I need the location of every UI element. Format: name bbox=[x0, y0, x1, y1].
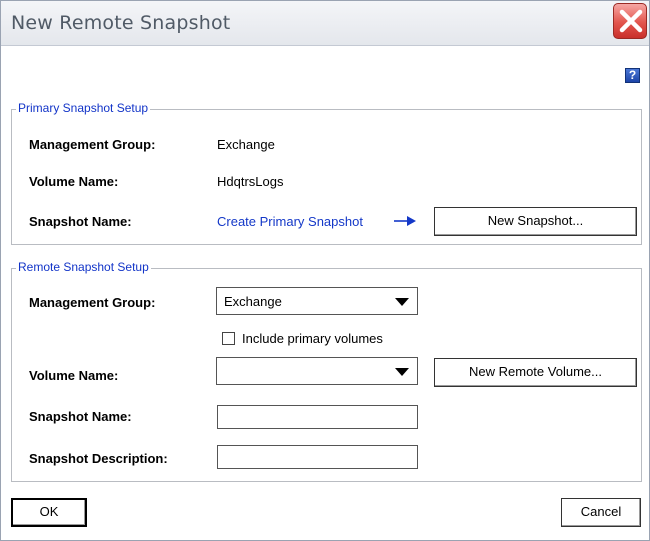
primary-mgmt-group-value: Exchange bbox=[217, 137, 275, 152]
remote-mgmt-group-selected: Exchange bbox=[224, 294, 282, 309]
close-button[interactable] bbox=[613, 3, 647, 39]
dropdown-arrow-icon bbox=[395, 298, 409, 306]
remote-mgmt-group-label: Management Group: bbox=[29, 295, 156, 310]
new-snapshot-button[interactable]: New Snapshot... bbox=[434, 207, 637, 236]
remote-snapshot-description-input[interactable] bbox=[217, 445, 418, 469]
include-primary-volumes-label[interactable]: Include primary volumes bbox=[242, 331, 383, 346]
primary-volume-label: Volume Name: bbox=[29, 174, 119, 189]
primary-snapshot-label: Snapshot Name: bbox=[29, 214, 132, 229]
dialog-title: New Remote Snapshot bbox=[11, 12, 231, 34]
primary-volume-value: HdqtrsLogs bbox=[217, 174, 284, 189]
ok-button[interactable]: OK bbox=[11, 498, 87, 527]
cancel-button[interactable]: Cancel bbox=[561, 498, 641, 527]
help-button[interactable]: ? bbox=[625, 68, 640, 83]
new-remote-volume-button[interactable]: New Remote Volume... bbox=[434, 358, 637, 387]
remote-mgmt-group-select[interactable]: Exchange bbox=[216, 287, 418, 315]
remote-volume-label: Volume Name: bbox=[29, 368, 119, 383]
remote-snapshot-name-input[interactable] bbox=[217, 405, 418, 429]
create-primary-snapshot-link[interactable]: Create Primary Snapshot bbox=[217, 214, 363, 229]
new-remote-snapshot-dialog: New Remote Snapshot ? Primary Snapshot S… bbox=[0, 0, 650, 541]
arrow-right-icon bbox=[394, 216, 416, 226]
remote-snapshot-name-label: Snapshot Name: bbox=[29, 409, 132, 424]
dropdown-arrow-icon bbox=[395, 368, 409, 376]
remote-snapshot-description-label: Snapshot Description: bbox=[29, 451, 168, 466]
remote-volume-select[interactable] bbox=[216, 357, 418, 385]
primary-mgmt-group-label: Management Group: bbox=[29, 137, 156, 152]
primary-snapshot-setup-legend: Primary Snapshot Setup bbox=[16, 101, 151, 115]
include-primary-volumes-checkbox[interactable] bbox=[222, 332, 235, 345]
remote-snapshot-setup-legend: Remote Snapshot Setup bbox=[16, 260, 151, 274]
title-bar: New Remote Snapshot bbox=[1, 1, 649, 46]
close-icon bbox=[619, 9, 643, 33]
